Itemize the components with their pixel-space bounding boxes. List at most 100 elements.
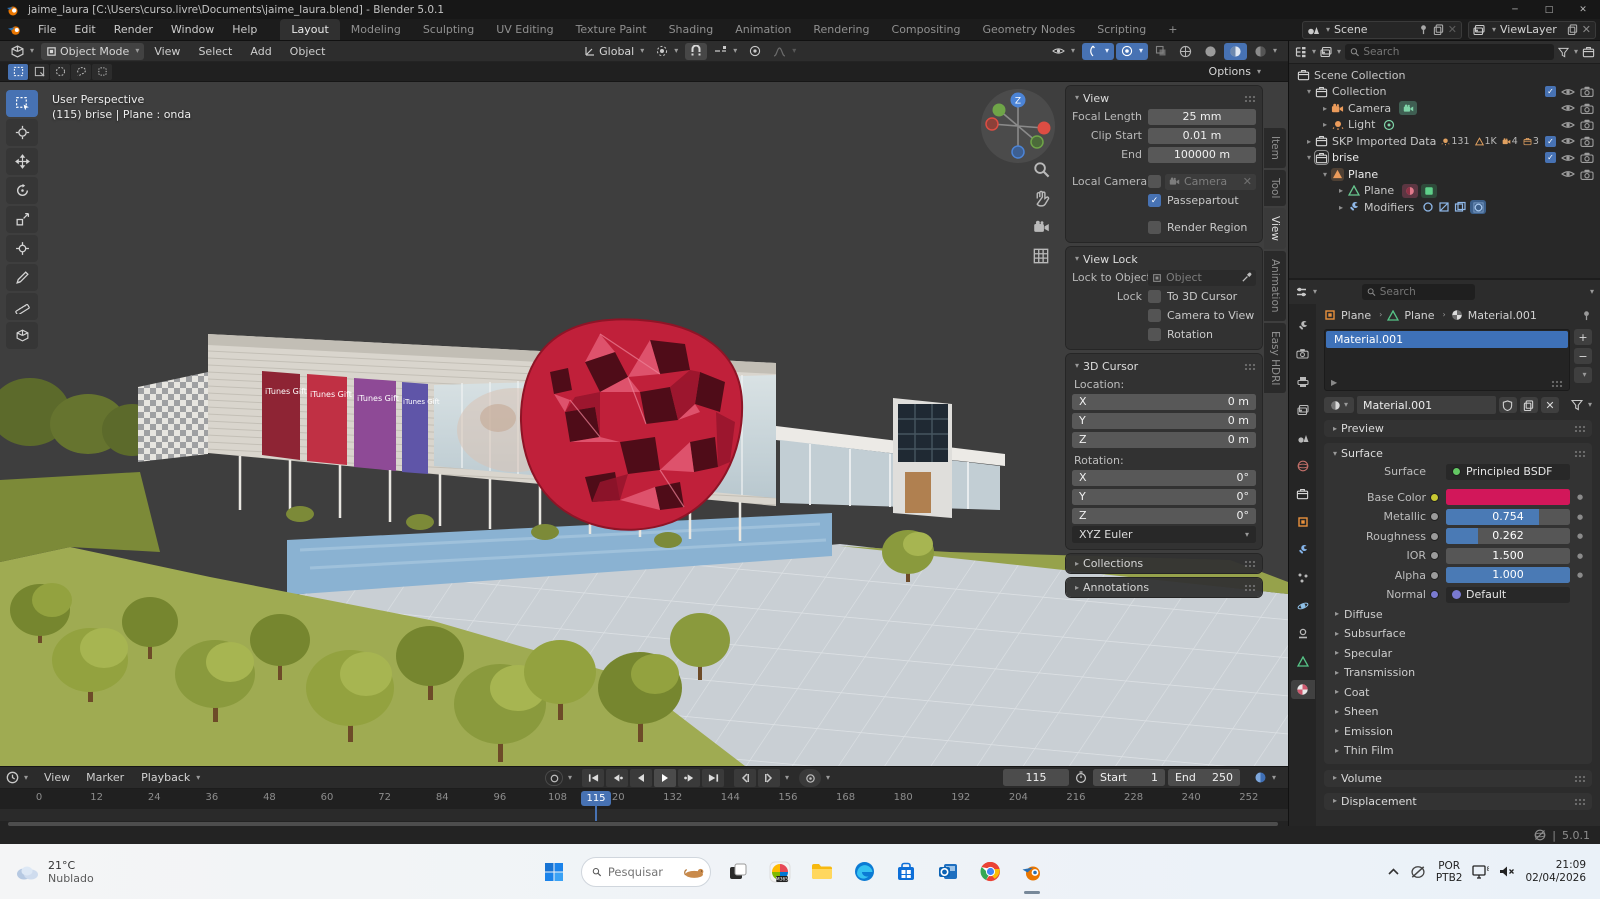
shading-material-preview-button[interactable] <box>1224 43 1247 60</box>
outliner-editor-type-button[interactable]: ▾ <box>1294 46 1316 58</box>
fake-user-button[interactable] <box>1499 397 1517 413</box>
tool-cursor[interactable] <box>6 119 38 146</box>
workspace-tab-modeling[interactable]: Modeling <box>340 19 412 40</box>
material-slot-list[interactable]: Material.001 ▶ <box>1324 329 1570 391</box>
disclosure-open-icon[interactable]: ▾ <box>1319 170 1331 179</box>
editor-type-button[interactable]: ▾ <box>6 43 39 60</box>
breadcrumb-object[interactable]: Plane <box>1341 309 1371 322</box>
viewport-menu-select[interactable]: Select <box>190 45 240 58</box>
outliner-row-skp-imported-data[interactable]: ▸ SKP Imported Data 131 1K 4 3 ✓ <box>1289 133 1600 150</box>
outliner-row-camera[interactable]: ▸ Camera <box>1289 100 1600 117</box>
task-view-button[interactable] <box>721 855 755 889</box>
surface-shader-field[interactable]: Principled BSDF <box>1446 464 1570 480</box>
subsection-coat[interactable]: ▸Coat <box>1330 683 1586 703</box>
falloff-dropdown[interactable]: ▾ <box>768 43 801 60</box>
subsection-specular[interactable]: ▸Specular <box>1330 644 1586 664</box>
subsection-transmission[interactable]: ▸Transmission <box>1330 663 1586 683</box>
animate-dot-icon[interactable]: ● <box>1574 552 1586 560</box>
outliner-item-label[interactable]: Light <box>1348 118 1375 131</box>
breadcrumb-data[interactable]: Plane <box>1404 309 1434 322</box>
cursor-rot-x-field[interactable]: X0° <box>1072 470 1256 486</box>
outliner-row-collection[interactable]: ▾ Collection ✓ <box>1289 84 1600 101</box>
alpha-slider[interactable]: 1.000 <box>1446 567 1570 583</box>
add-workspace-button[interactable]: + <box>1157 19 1188 40</box>
outliner-row-light[interactable]: ▸ Light <box>1289 117 1600 134</box>
timeline-menu-view[interactable]: View <box>36 771 78 784</box>
view-panel-title[interactable]: View <box>1083 92 1109 105</box>
lock-rotation-checkbox[interactable] <box>1148 328 1161 341</box>
object-visibility-dropdown[interactable]: ▾ <box>1047 43 1080 60</box>
tab-modifiers[interactable] <box>1291 540 1315 559</box>
auto-keying-toggle[interactable] <box>545 770 563 786</box>
show-gizmo-dropdown[interactable]: ▾ <box>1082 43 1114 60</box>
tab-view-layer[interactable] <box>1291 400 1315 419</box>
timeline-extra-button[interactable]: ▾ <box>1254 771 1276 784</box>
snapping-dropdown[interactable]: ▾ <box>709 43 742 60</box>
base-color-swatch[interactable] <box>1446 489 1570 505</box>
scene-selector[interactable]: ▾ Scene ✕ <box>1302 21 1462 39</box>
pin-icon[interactable] <box>1581 310 1592 321</box>
chevron-down-icon[interactable]: ▾ <box>785 774 789 782</box>
timeline-menu-playback[interactable]: Playback ▾ <box>136 769 205 786</box>
tool-add-cube[interactable] <box>6 322 38 349</box>
local-camera-field[interactable]: Camera ✕ <box>1165 174 1256 190</box>
disclosure-open-icon[interactable]: ▾ <box>1303 153 1315 162</box>
show-overlays-dropdown[interactable]: ▾ <box>1116 43 1148 60</box>
tool-annotate[interactable] <box>6 264 38 291</box>
transform-orientation-dropdown[interactable]: Global ▾ <box>579 43 649 60</box>
outliner-display-mode-button[interactable]: ▾ <box>1320 46 1341 58</box>
tab-material[interactable] <box>1291 680 1315 699</box>
clip-end-field[interactable]: 100000 m <box>1148 147 1256 163</box>
breadcrumb-material[interactable]: Material.001 <box>1468 309 1537 322</box>
tab-particles[interactable] <box>1291 568 1315 587</box>
zoom-button[interactable] <box>1030 158 1052 180</box>
pin-icon[interactable] <box>1418 24 1429 35</box>
outliner-item-label[interactable]: Collection <box>1332 85 1386 98</box>
add-slot-button[interactable]: + <box>1574 329 1592 345</box>
disclosure-closed-icon[interactable]: ▸ <box>1335 203 1347 212</box>
next-keyframe-button[interactable] <box>678 769 700 787</box>
collection-checkbox[interactable]: ✓ <box>1545 152 1556 163</box>
tool-rotate[interactable] <box>6 177 38 204</box>
timeline-menu-marker[interactable]: Marker <box>78 771 132 784</box>
surface-title[interactable]: Surface <box>1341 447 1383 460</box>
hide-eye-toggle[interactable] <box>1561 103 1575 113</box>
taskbar-clock[interactable]: 21:09 02/04/2026 <box>1525 859 1586 885</box>
workspace-tab-geometry-nodes[interactable]: Geometry Nodes <box>971 19 1086 40</box>
normal-field[interactable]: Default <box>1446 587 1570 603</box>
tool-scale[interactable] <box>6 206 38 233</box>
viewport-menu-view[interactable]: View <box>146 45 188 58</box>
hide-eye-toggle[interactable] <box>1561 169 1575 179</box>
chrome-button[interactable] <box>973 855 1007 889</box>
properties-search[interactable] <box>1362 284 1474 300</box>
new-scene-icon[interactable] <box>1433 24 1444 35</box>
hide-eye-toggle[interactable] <box>1561 87 1575 97</box>
taskbar-search-input[interactable] <box>608 865 678 879</box>
maximize-button[interactable]: □ <box>1532 0 1566 19</box>
new-viewlayer-icon[interactable] <box>1567 24 1578 35</box>
volume-muted-icon[interactable] <box>1499 865 1515 878</box>
disclosure-closed-icon[interactable]: ▸ <box>1319 120 1331 129</box>
tab-collection[interactable] <box>1291 484 1315 503</box>
lock-to-object-field[interactable]: Object <box>1148 270 1256 286</box>
rotation-order-dropdown[interactable]: XYZ Euler▾ <box>1072 526 1256 543</box>
tab-world[interactable] <box>1291 456 1315 475</box>
local-camera-checkbox[interactable] <box>1148 175 1161 188</box>
tool-transform[interactable] <box>6 235 38 262</box>
outliner-item-label[interactable]: Plane <box>1348 168 1378 181</box>
menu-render[interactable]: Render <box>105 19 162 40</box>
outliner-item-label[interactable]: brise <box>1332 151 1359 164</box>
render-visibility-toggle[interactable] <box>1580 103 1594 114</box>
blender-taskbar-button[interactable] <box>1015 855 1049 889</box>
subsection-subsurface[interactable]: ▸Subsurface <box>1330 624 1586 644</box>
sidebar-tab-tool[interactable]: Tool <box>1264 170 1286 206</box>
select-mode-box[interactable] <box>29 64 49 80</box>
shading-wireframe-button[interactable] <box>1174 43 1197 60</box>
subsection-thin-film[interactable]: ▸Thin Film <box>1330 741 1586 761</box>
start-frame-field[interactable]: Start1 <box>1093 769 1165 786</box>
cursor-loc-y-field[interactable]: Y0 m <box>1072 413 1256 429</box>
animate-dot-icon[interactable]: ● <box>1574 532 1586 540</box>
animate-dot-icon[interactable]: ● <box>1574 571 1586 579</box>
chevron-down-icon[interactable]: ▾ <box>1590 288 1594 296</box>
menu-file[interactable]: File <box>29 19 65 40</box>
